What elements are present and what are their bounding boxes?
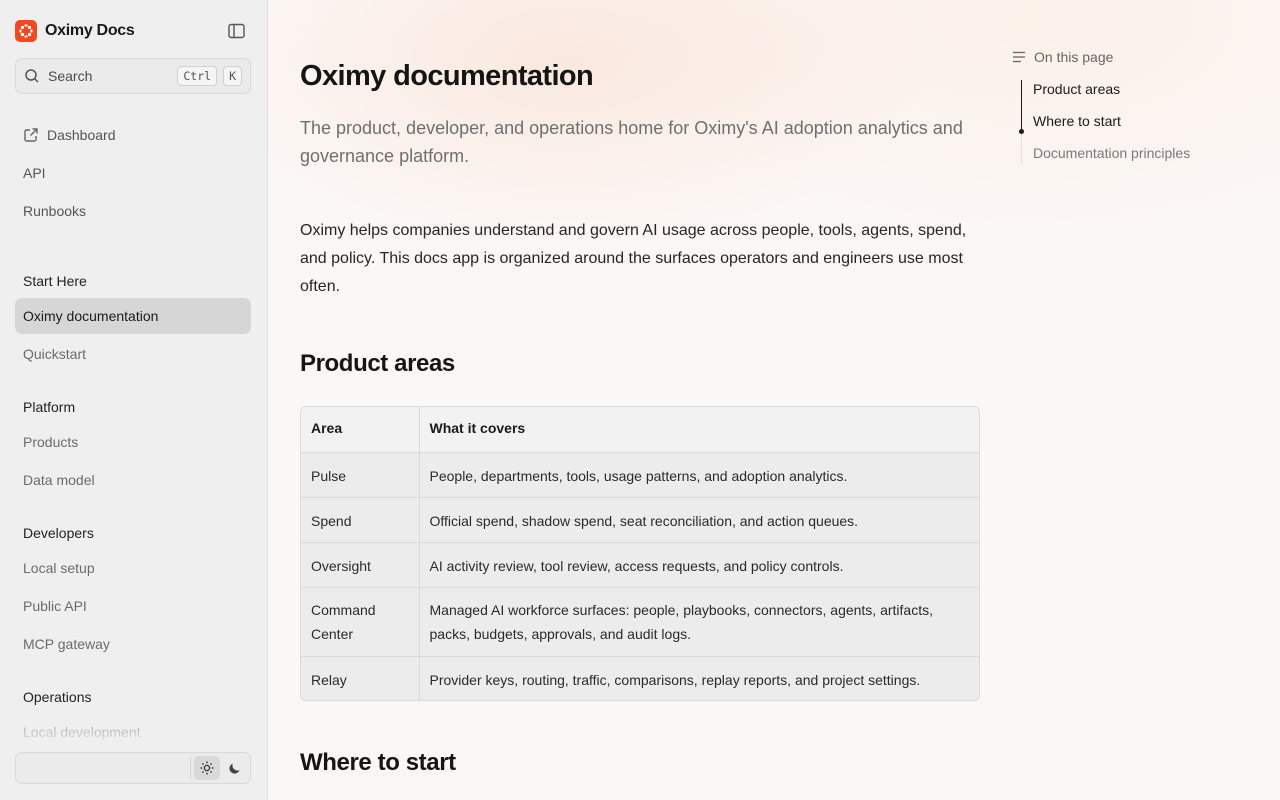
heading-where-to-start: Where to start — [300, 749, 456, 776]
sidebar-item-label: MCP gateway — [23, 636, 110, 652]
oximy-logo-icon — [15, 20, 37, 42]
table-row: Pulse People, departments, tools, usage … — [301, 452, 979, 498]
section-title-start-here: Start Here — [23, 273, 87, 289]
column-header-area: Area — [301, 407, 420, 453]
search-input[interactable]: Search Ctrl K — [15, 58, 251, 94]
column-header-what-it-covers: What it covers — [419, 407, 979, 453]
toc-header: On this page — [1012, 49, 1113, 65]
sidebar-toggle-button[interactable] — [226, 21, 246, 41]
light-theme-button[interactable] — [194, 756, 220, 780]
sidebar: Oximy Docs Search Ctrl K Dashboard API R… — [0, 0, 268, 800]
page-title: Oximy documentation — [300, 60, 594, 92]
list-icon — [1013, 51, 1025, 63]
table-header-row: Area What it covers — [301, 407, 979, 453]
table-cell-area: Pulse — [301, 452, 420, 498]
sidebar-item-label: Products — [23, 434, 79, 450]
table-cell-area: Spend — [301, 497, 420, 543]
table-cell-description: Official spend, shadow spend, seat recon… — [419, 497, 979, 543]
nav-link-dashboard[interactable]: Dashboard — [23, 127, 116, 143]
table-cell-description: Managed AI workforce surfaces: people, p… — [419, 587, 979, 657]
nav-link-label: Dashboard — [47, 127, 116, 143]
table-cell-description: AI activity review, tool review, access … — [419, 542, 979, 588]
table-cell-area: Command Center — [301, 587, 420, 657]
page-subtitle: The product, developer, and operations h… — [300, 118, 963, 166]
moon-icon — [228, 763, 239, 774]
sun-icon — [200, 761, 214, 775]
brand-name: Oximy Docs — [45, 22, 135, 39]
sidebar-item-label: Local development — [23, 724, 141, 740]
sidebar-item-data-model[interactable]: Data model — [15, 462, 251, 498]
heading-product-areas: Product areas — [300, 350, 455, 377]
dark-theme-button[interactable] — [221, 756, 247, 780]
table-row: Command Center Managed AI workforce surf… — [301, 587, 979, 657]
table-row: Oversight AI activity review, tool revie… — [301, 542, 979, 588]
table-row: Relay Provider keys, routing, traffic, c… — [301, 656, 979, 700]
brand[interactable]: Oximy Docs — [15, 19, 135, 43]
search-icon — [25, 69, 39, 83]
external-link-icon — [24, 128, 38, 142]
table-row: Spend Official spend, shadow spend, seat… — [301, 497, 979, 543]
table-cell-area: Oversight — [301, 542, 420, 588]
table-cell-description: Provider keys, routing, traffic, compari… — [429, 671, 921, 688]
sidebar-item-label: Quickstart — [23, 346, 87, 362]
theme-divider — [190, 757, 191, 779]
sidebar-item-label: Oximy documentation — [23, 308, 159, 324]
section-title-platform: Platform — [23, 399, 76, 415]
nav-link-api[interactable]: API — [23, 165, 46, 181]
sidebar-item-local-setup[interactable]: Local setup — [15, 550, 251, 586]
table-cell-area: Relay — [301, 656, 420, 700]
theme-switcher — [15, 752, 251, 784]
sidebar-item-public-api[interactable]: Public API — [15, 588, 251, 624]
nav-link-runbooks[interactable]: Runbooks — [23, 203, 86, 219]
section-title-developers: Developers — [23, 525, 94, 541]
intro-paragraph: Oximy helps companies understand and gov… — [300, 222, 967, 295]
section-title-operations: Operations — [23, 689, 92, 705]
sidebar-item-local-development[interactable]: Local development — [15, 714, 251, 750]
shortcut-key-ctrl: Ctrl — [177, 66, 218, 86]
nav-link-label: Runbooks — [23, 203, 87, 219]
table-cell-description: People, departments, tools, usage patter… — [419, 452, 979, 498]
toc-active-marker — [1019, 129, 1024, 134]
sidebar-item-oximy-documentation[interactable]: Oximy documentation — [15, 298, 251, 334]
sidebar-item-label: Public API — [23, 598, 87, 614]
toc-item-where-to-start[interactable]: Where to start — [1033, 113, 1121, 129]
toc-title: On this page — [1034, 49, 1114, 65]
shortcut-key-k: K — [223, 66, 242, 86]
sidebar-item-label: Local setup — [23, 560, 95, 576]
toc-item-product-areas[interactable]: Product areas — [1033, 81, 1120, 97]
search-label: Search — [48, 68, 93, 84]
toc-active-track — [1021, 80, 1022, 132]
nav-link-label: API — [23, 165, 46, 181]
sidebar-panel-icon — [227, 23, 245, 39]
sidebar-item-label: Data model — [23, 472, 95, 488]
sidebar-item-quickstart[interactable]: Quickstart — [15, 336, 251, 372]
toc-item-documentation-principles[interactable]: Documentation principles — [1033, 145, 1190, 161]
sidebar-item-mcp-gateway[interactable]: MCP gateway — [15, 626, 251, 662]
product-areas-table: Area What it covers Pulse People, depart… — [300, 406, 980, 701]
sidebar-item-products[interactable]: Products — [15, 424, 251, 460]
